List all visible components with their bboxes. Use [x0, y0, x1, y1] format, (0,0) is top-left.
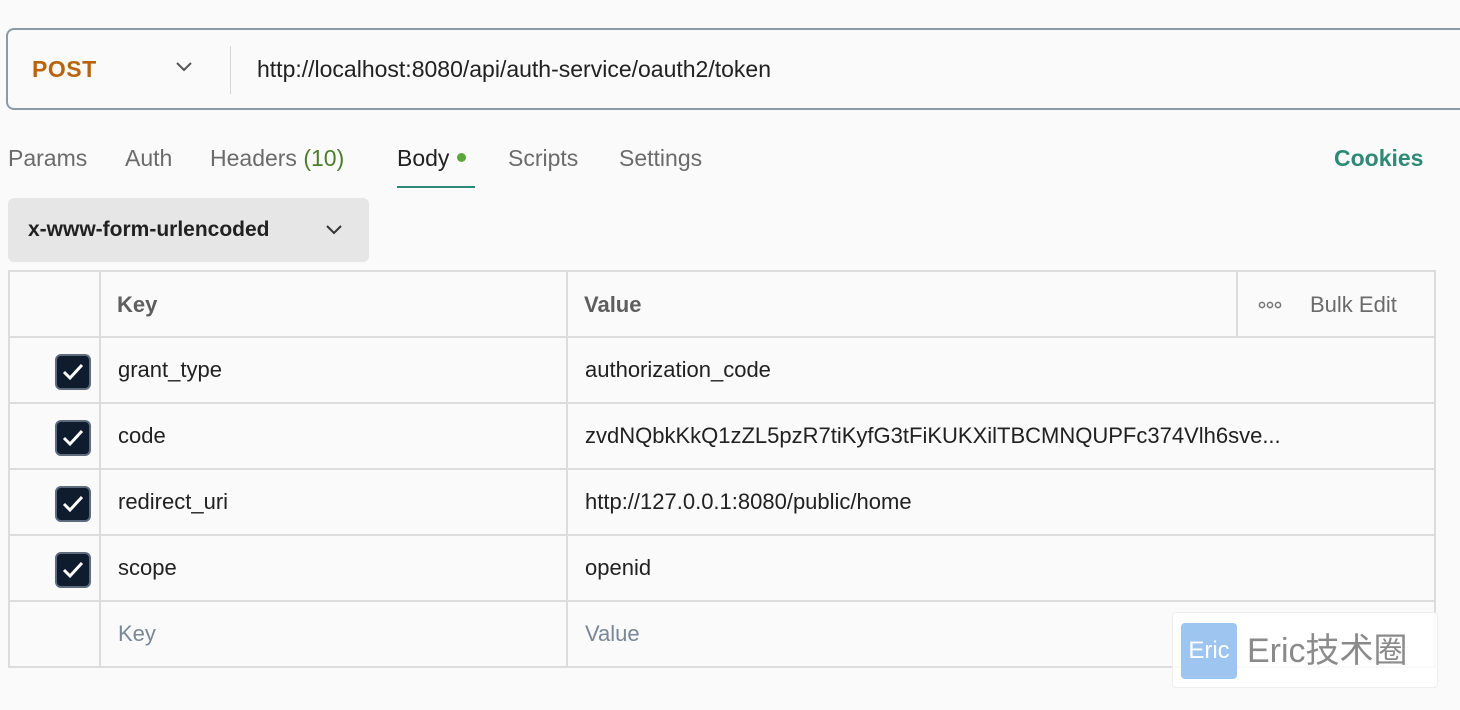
- new-value-input[interactable]: Value: [585, 602, 640, 666]
- headers-count-badge: (10): [303, 145, 345, 171]
- row-checkbox[interactable]: [55, 354, 91, 390]
- watermark-logo: Eric: [1181, 623, 1237, 679]
- body-type-label: x-www-form-urlencoded: [28, 218, 270, 241]
- checkmark-icon: [62, 561, 84, 579]
- key-column-header: Key: [117, 292, 158, 317]
- method-select[interactable]: POST: [32, 30, 97, 108]
- tab-settings[interactable]: Settings: [619, 138, 702, 178]
- body-indicator-dot: [457, 153, 467, 163]
- param-value[interactable]: authorization_code: [585, 338, 1385, 402]
- bulk-edit-button[interactable]: Bulk Edit: [1310, 272, 1397, 338]
- checkmark-icon: [62, 429, 84, 447]
- divider: [230, 46, 231, 94]
- row-checkbox[interactable]: [55, 420, 91, 456]
- active-tab-underline: [397, 186, 475, 188]
- tab-headers-label: Headers: [210, 145, 297, 171]
- row-divider: [10, 600, 1434, 602]
- checkmark-icon: [62, 495, 84, 513]
- tab-auth[interactable]: Auth: [125, 138, 172, 178]
- param-key[interactable]: scope: [118, 536, 177, 600]
- chevron-down-icon: [326, 225, 342, 235]
- form-params-table: Key Value Bulk Edit grant_type authoriza…: [8, 270, 1436, 668]
- watermark-text: Eric技术圈: [1247, 632, 1408, 670]
- tab-params[interactable]: Params: [8, 138, 87, 178]
- column-divider: [1236, 272, 1238, 336]
- chevron-down-icon[interactable]: [175, 60, 193, 74]
- checkmark-icon: [62, 363, 84, 381]
- tab-scripts[interactable]: Scripts: [508, 138, 578, 178]
- param-value[interactable]: zvdNQbkKkQ1zZL5pzR7tiKyfG3tFiKUKXilTBCMN…: [585, 404, 1405, 468]
- row-checkbox[interactable]: [55, 552, 91, 588]
- param-value[interactable]: http://127.0.0.1:8080/public/home: [585, 470, 1385, 534]
- tab-body[interactable]: Body: [397, 138, 467, 178]
- value-column-header: Value: [584, 292, 642, 317]
- url-bar: POST http://localhost:8080/api/auth-serv…: [6, 28, 1460, 110]
- tab-headers[interactable]: Headers (10): [210, 138, 344, 178]
- param-value[interactable]: openid: [585, 536, 1385, 600]
- more-horizontal-icon[interactable]: [1258, 301, 1282, 309]
- row-checkbox[interactable]: [55, 486, 91, 522]
- new-key-input[interactable]: Key: [118, 602, 156, 666]
- param-key[interactable]: grant_type: [118, 338, 222, 402]
- param-key[interactable]: redirect_uri: [118, 470, 228, 534]
- cookies-link[interactable]: Cookies: [1334, 138, 1423, 178]
- body-type-select[interactable]: x-www-form-urlencoded: [8, 198, 369, 262]
- watermark: Eric Eric技术圈: [1172, 612, 1438, 688]
- url-input[interactable]: http://localhost:8080/api/auth-service/o…: [257, 30, 771, 108]
- tab-body-label: Body: [397, 145, 450, 171]
- param-key[interactable]: code: [118, 404, 166, 468]
